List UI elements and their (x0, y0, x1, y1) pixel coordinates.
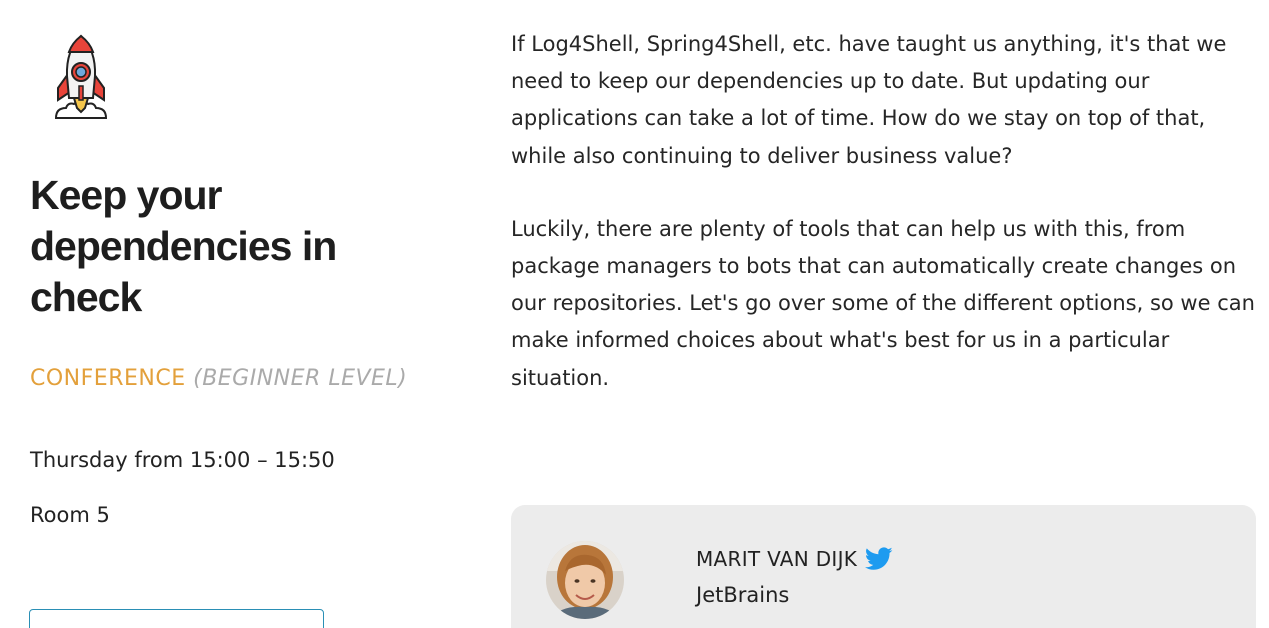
speaker-avatar[interactable] (546, 541, 624, 619)
session-page: Keep your dependencies in check CONFEREN… (0, 0, 1269, 628)
speaker-card: MARIT VAN DIJK JetBrains (511, 505, 1256, 628)
track-level: (BEGINNER LEVEL) (193, 366, 408, 391)
session-title: Keep your dependencies in check (30, 172, 337, 320)
track-type: CONFERENCE (30, 366, 186, 391)
abstract-paragraph: Luckily, there are plenty of tools that … (511, 216, 1255, 390)
session-abstract: If Log4Shell, Spring4Shell, etc. have ta… (511, 26, 1256, 433)
speaker-name[interactable]: MARIT VAN DIJK (696, 547, 857, 571)
session-room: Room 5 (30, 503, 110, 527)
outline-button[interactable] (29, 609, 324, 628)
speaker-name-row: MARIT VAN DIJK (696, 547, 893, 571)
abstract-paragraph: If Log4Shell, Spring4Shell, etc. have ta… (511, 32, 1227, 168)
rocket-icon (52, 34, 110, 122)
session-schedule: Thursday from 15:00 – 15:50 (30, 448, 335, 472)
twitter-icon[interactable] (865, 547, 893, 571)
speaker-company: JetBrains (696, 583, 790, 607)
session-track: CONFERENCE (BEGINNER LEVEL) (30, 366, 407, 391)
